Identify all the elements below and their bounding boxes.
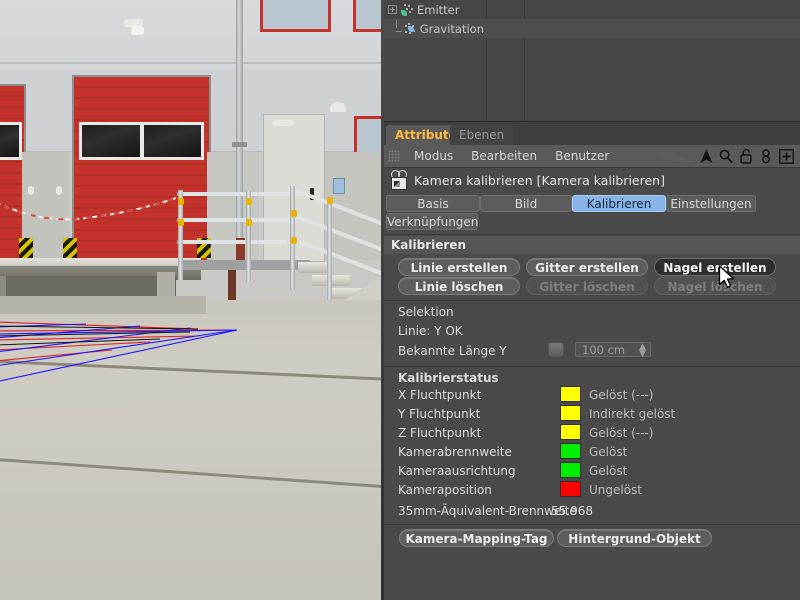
object-label: Gravitation (419, 21, 484, 36)
nagel-loeschen-button: Nagel löschen (654, 277, 776, 295)
group-header-selektion: Selektion (398, 305, 454, 319)
known-length-label: Bekannte Länge Y (398, 344, 507, 358)
search-icon[interactable] (716, 145, 736, 167)
status-swatch-kamerabrennweite (560, 443, 581, 459)
line-status-label: Linie: Y OK (398, 324, 463, 338)
divider (384, 366, 800, 367)
menu-benutzer[interactable]: Benutzer (546, 149, 618, 163)
divider (384, 300, 800, 301)
gravitation-field-icon (404, 22, 417, 35)
status-value-y-fluchtpunkt: Indirekt gelöst (589, 407, 676, 421)
status-swatch-kameraausrichtung (560, 462, 581, 478)
pointer-arrow-icon[interactable] (696, 145, 716, 167)
object-row-gravitation[interactable]: Gravitation ✔ (384, 19, 800, 38)
object-label: Emitter (417, 2, 460, 17)
nagel-erstellen-button[interactable]: Nagel erstellen (654, 258, 776, 276)
grid-lines-blue (0, 323, 238, 382)
status-swatch-z-fluchtpunkt (560, 424, 581, 440)
tree-elbow-icon (393, 20, 403, 33)
status-label-z-fluchtpunkt: Z Fluchtpunkt (398, 426, 482, 440)
status-swatch-y-fluchtpunkt (560, 405, 581, 421)
tab-basis[interactable]: Basis (386, 195, 480, 212)
unlock-icon[interactable] (736, 145, 756, 167)
status-label-x-fluchtpunkt: X Fluchtpunkt (398, 388, 482, 402)
attribute-object-title: Kamera kalibrieren [Kamera kalibrieren] (384, 168, 800, 192)
known-length-value: 100 cm (582, 343, 626, 357)
camera-calibrator-viewport[interactable] (0, 0, 384, 600)
tree-indent: + Emitter (384, 3, 484, 17)
calibration-grid-overlay[interactable] (0, 0, 384, 600)
divider (384, 234, 800, 235)
application-window: + Emitter ✔ (0, 0, 800, 600)
status-value-kameraposition: Ungelöst (589, 483, 643, 497)
tab-ebenen[interactable]: Ebenen (450, 125, 514, 145)
attribute-manager-tabbar[interactable]: Attribute Ebenen (384, 122, 800, 145)
status-value-kameraausrichtung: Gelöst (589, 464, 628, 478)
menu-bearbeiten[interactable]: Bearbeiten (462, 149, 546, 163)
status-label-kameraposition: Kameraposition (398, 483, 492, 497)
emitter-particle-icon (400, 3, 414, 16)
tab-kalibrieren[interactable]: Kalibrieren (572, 195, 666, 212)
hintergrund-objekt-button[interactable]: Hintergrund-Objekt (557, 529, 712, 547)
linie-loeschen-button[interactable]: Linie löschen (398, 277, 520, 295)
status-value-kamerabrennweite: Gelöst (589, 445, 628, 459)
object-title-text: Kamera kalibrieren [Kamera kalibrieren] (414, 172, 665, 188)
parameter-tabbar[interactable]: Basis Bild Kalibrieren Einstellungen Ver… (384, 194, 800, 232)
drag-grip-icon[interactable] (388, 150, 400, 162)
focal-length-value: 55.968 (551, 504, 593, 518)
status-label-kamerabrennweite: Kamerabrennweite (398, 445, 512, 459)
object-manager[interactable]: + Emitter ✔ (384, 0, 800, 122)
tab-einstellungen[interactable]: Einstellungen (666, 195, 756, 212)
object-row-emitter[interactable]: + Emitter ✔ (384, 0, 800, 19)
tree-indent: Gravitation (384, 20, 484, 36)
ghost-icon[interactable] (650, 145, 696, 167)
kamera-mapping-tag-button[interactable]: Kamera-Mapping-Tag (399, 529, 554, 547)
menu-modus[interactable]: Modus (405, 149, 462, 163)
camera-calibrator-icon (388, 170, 410, 190)
divider (384, 524, 800, 525)
linie-erstellen-button[interactable]: Linie erstellen (398, 258, 520, 276)
status-value-x-fluchtpunkt: Gelöst (---) (589, 388, 654, 402)
add-box-icon[interactable] (776, 145, 796, 167)
spinner-updown-icon[interactable]: ▲ ▼ (639, 343, 646, 359)
status-label-y-fluchtpunkt: Y Fluchtpunkt (398, 407, 481, 421)
known-length-checkbox[interactable] (548, 342, 564, 357)
known-length-input[interactable]: 100 cm ▲ ▼ (575, 342, 651, 359)
gitter-loeschen-button: Gitter löschen (526, 277, 648, 295)
attribute-menubar[interactable]: Modus Bearbeiten Benutzer (384, 145, 800, 168)
group-header-kalibrierstatus: Kalibrierstatus (398, 371, 499, 385)
focal-length-label: 35mm-Äquivalent-Brennweite (398, 504, 577, 518)
status-swatch-kameraposition (560, 481, 581, 497)
expand-plus-icon[interactable]: + (388, 5, 397, 14)
tab-verknuepfungen[interactable]: Verknüpfungen (386, 213, 478, 230)
right-dock-panel: + Emitter ✔ (384, 0, 800, 600)
gitter-erstellen-button[interactable]: Gitter erstellen (526, 258, 648, 276)
status-label-kameraausrichtung: Kameraausrichtung (398, 464, 516, 478)
tab-bild[interactable]: Bild (480, 195, 572, 212)
group-header-kalibrieren: Kalibrieren (384, 236, 800, 254)
status-swatch-x-fluchtpunkt (560, 386, 581, 402)
chain-link-icon[interactable] (756, 145, 776, 167)
panel-empty-area (384, 560, 800, 600)
status-value-z-fluchtpunkt: Gelöst (---) (589, 426, 654, 440)
